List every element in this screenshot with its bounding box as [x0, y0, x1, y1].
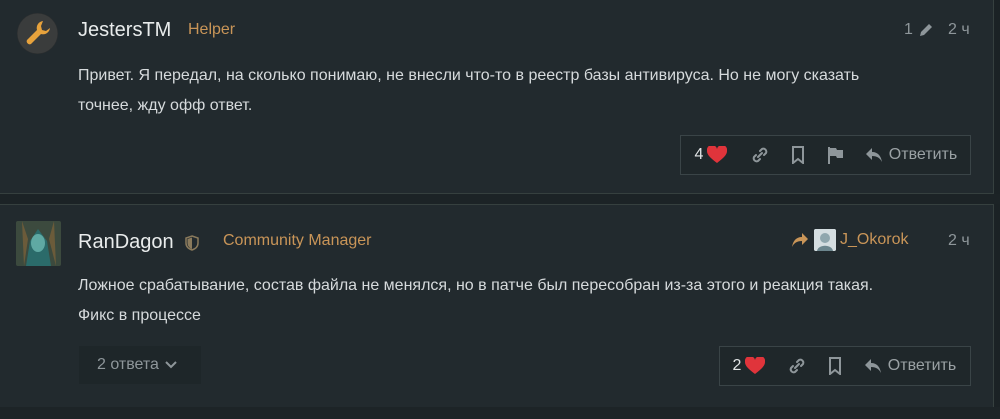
- reply-label: Ответить: [888, 146, 958, 163]
- avatar[interactable]: [16, 221, 61, 266]
- wrench-icon: [17, 13, 58, 54]
- pencil-icon: [919, 24, 932, 36]
- bookmark-icon: [792, 146, 804, 164]
- post-body: Ложное срабатывание, состав файла не мен…: [78, 271, 873, 331]
- bookmark-button[interactable]: [779, 146, 817, 164]
- reply-label: Ответить: [887, 357, 957, 374]
- username[interactable]: RanDagon: [78, 231, 174, 254]
- chevron-down-icon: [165, 361, 177, 369]
- share-arrow-icon: [792, 233, 808, 247]
- reply-to-username: J_Okorok: [840, 231, 909, 248]
- avatar-image: [16, 221, 61, 266]
- reply-icon: [864, 359, 881, 373]
- link-icon: [752, 147, 768, 163]
- reply-button[interactable]: Ответить: [855, 146, 967, 164]
- reply-button[interactable]: Ответить: [854, 357, 966, 375]
- post-time[interactable]: 2 ч: [948, 232, 970, 250]
- like-button[interactable]: 4: [681, 146, 741, 164]
- reply-icon: [865, 148, 882, 162]
- shield-icon: [185, 235, 199, 251]
- reply-to-avatar: [814, 229, 836, 251]
- post-body-line: Ложное срабатывание, состав файла не мен…: [78, 277, 874, 294]
- flag-button[interactable]: [817, 146, 855, 164]
- avatar[interactable]: [17, 13, 58, 54]
- copy-link-button[interactable]: [778, 357, 816, 375]
- replies-label: 2 ответа: [97, 356, 159, 373]
- role-badge: Community Manager: [223, 232, 372, 249]
- username[interactable]: JestersTM: [78, 19, 171, 42]
- bookmark-icon: [829, 357, 841, 375]
- like-count: 2: [732, 357, 742, 374]
- show-replies-button[interactable]: 2 ответа: [79, 346, 201, 384]
- heart-icon: [707, 146, 728, 163]
- role-badge: Helper: [188, 21, 236, 38]
- avatar-image: [814, 229, 836, 251]
- heart-icon: [745, 357, 766, 374]
- edit-history-button[interactable]: 1: [904, 21, 935, 39]
- edit-count: 1: [904, 21, 913, 38]
- flag-icon: [828, 147, 843, 164]
- post-body: Привет. Я передал, на сколько понимаю, н…: [78, 61, 859, 121]
- reply-to-link[interactable]: J_Okorok: [791, 229, 908, 251]
- post-randagon: RanDagon Community Manager J_Okorok 2 ч …: [0, 204, 994, 408]
- post-actions: 4 Ответить: [680, 135, 971, 175]
- post-body-line: точнее, жду офф ответ.: [78, 97, 253, 114]
- post-divider: [0, 407, 1000, 419]
- link-icon: [789, 358, 805, 374]
- post-jesterstm: JestersTM Helper 1 2 ч Привет. Я передал…: [0, 0, 994, 194]
- bookmark-button[interactable]: [816, 357, 854, 375]
- post-body-line: Привет. Я передал, на сколько понимаю, н…: [78, 67, 860, 84]
- post-divider: [0, 194, 1000, 204]
- like-count: 4: [694, 146, 704, 163]
- post-time[interactable]: 2 ч: [948, 21, 970, 39]
- like-button[interactable]: 2: [720, 357, 778, 375]
- copy-link-button[interactable]: [741, 146, 779, 164]
- post-body-line: Фикс в процессе: [78, 307, 201, 324]
- post-actions: 2 Ответить: [719, 346, 971, 386]
